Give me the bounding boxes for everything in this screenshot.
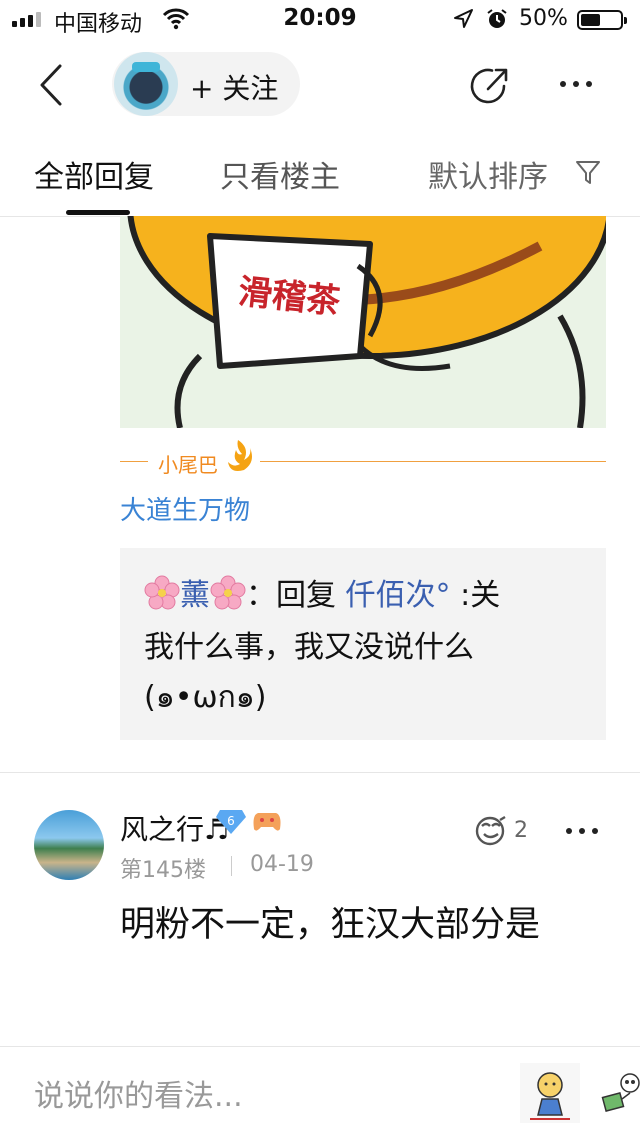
- battery-percent: 50%: [519, 6, 568, 31]
- filter-icon[interactable]: [574, 158, 602, 186]
- like-count: 2: [514, 818, 528, 843]
- back-arrow-icon[interactable]: [30, 62, 76, 108]
- alarm-icon: [487, 9, 507, 28]
- sub-reply-text-start: :关: [460, 578, 501, 613]
- sub-reply-target[interactable]: 仟佰次°: [346, 578, 451, 613]
- status-bar: 中国移动 20:09 50%: [0, 0, 640, 40]
- tab-all-replies[interactable]: 全部回复: [34, 152, 154, 196]
- sub-reply-verb: 回复: [276, 578, 336, 613]
- sakura-icon: [144, 575, 180, 610]
- battery-icon: [577, 10, 627, 30]
- floor-number: 第145楼: [120, 858, 206, 883]
- like-icon[interactable]: [474, 814, 508, 848]
- divider: [0, 772, 640, 773]
- comment-bar: 说说你的看法...: [0, 1046, 640, 1137]
- gamepad-icon[interactable]: [252, 809, 282, 833]
- meme-image[interactable]: 滑稽茶: [120, 216, 606, 428]
- reply-filter-tabs: 全部回复 只看楼主 默认排序: [0, 132, 640, 217]
- poster-name[interactable]: 风之行♬: [120, 808, 229, 848]
- sub-reply-colon: ：: [246, 578, 276, 613]
- location-arrow-icon: [454, 9, 473, 28]
- sub-reply-line-3: (๑•ωก๑): [144, 680, 267, 715]
- flame-tail-icon: [228, 440, 252, 471]
- post-more-options-icon[interactable]: [566, 828, 598, 834]
- share-icon[interactable]: [468, 64, 512, 108]
- level-badge-icon[interactable]: 6: [216, 808, 246, 834]
- more-options-icon[interactable]: [560, 72, 604, 96]
- level-number: 6: [227, 814, 235, 828]
- post-date: 04-19: [250, 852, 314, 877]
- signature-tail: 小尾巴: [120, 440, 606, 482]
- active-tab-indicator: [66, 210, 130, 215]
- comment-input[interactable]: 说说你的看法...: [34, 1071, 243, 1115]
- poster-avatar[interactable]: [34, 810, 104, 880]
- tail-label: 小尾巴: [158, 453, 218, 477]
- sakura-icon: [210, 575, 246, 610]
- post-body-text: 明粉不一定，狂汉大部分是: [120, 905, 541, 945]
- follow-button[interactable]: + 关注: [190, 67, 278, 107]
- signature-text[interactable]: 大道生万物: [120, 490, 250, 527]
- sort-dropdown[interactable]: 默认排序: [428, 152, 548, 196]
- poster-badges: 6: [216, 808, 282, 834]
- sub-reply-box[interactable]: 薰 ：回复 仟佰次° :关 我什么事，我又没说什么 (๑•ωก๑): [120, 548, 606, 740]
- tab-owner-only[interactable]: 只看楼主: [220, 152, 340, 196]
- nav-bar: + 关注: [0, 40, 640, 132]
- panda-sticker-icon[interactable]: [600, 1063, 640, 1123]
- sticker-icon[interactable]: [520, 1063, 580, 1123]
- sub-reply-line-1: 薰 ：回复 仟佰次° :关: [144, 570, 500, 614]
- author-avatar[interactable]: [114, 52, 178, 116]
- sub-reply-author[interactable]: 薰: [180, 578, 210, 613]
- author-follow-chip[interactable]: + 关注: [112, 52, 300, 116]
- meta-separator: [231, 856, 232, 876]
- sub-reply-line-2: 我什么事，我又没说什么: [144, 630, 474, 665]
